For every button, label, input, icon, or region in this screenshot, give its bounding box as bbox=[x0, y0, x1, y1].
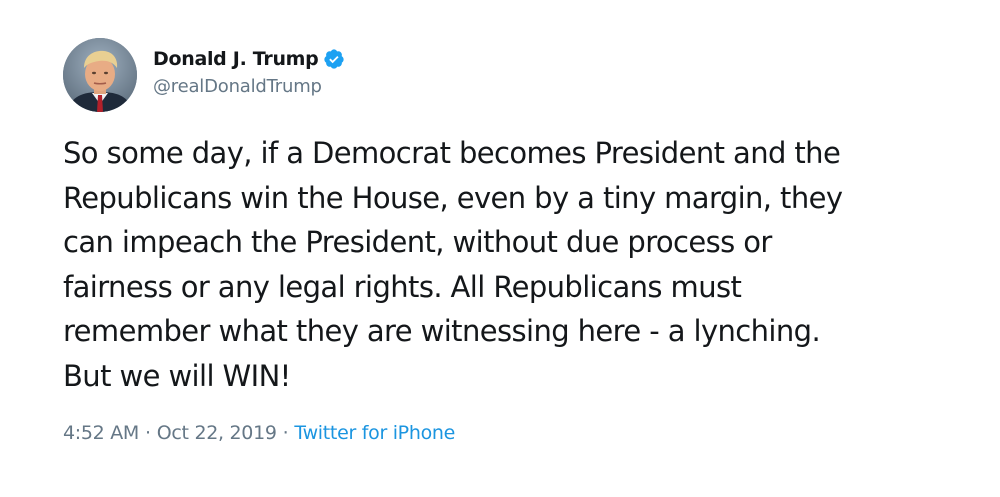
tweet-date[interactable]: Oct 22, 2019 bbox=[157, 422, 277, 444]
profile-photo bbox=[63, 38, 137, 112]
separator: · bbox=[145, 422, 151, 444]
separator: · bbox=[282, 422, 289, 444]
tweet-text: So some day, if a Democrat becomes Presi… bbox=[63, 136, 843, 393]
tweet-source-link[interactable]: Twitter for iPhone bbox=[294, 422, 455, 444]
tweet-metadata: 4:52 AM · Oct 22, 2019 · Twitter for iPh… bbox=[63, 422, 455, 444]
avatar[interactable] bbox=[63, 38, 137, 112]
tweet-time[interactable]: 4:52 AM bbox=[63, 422, 139, 444]
verified-badge-icon bbox=[323, 48, 345, 70]
author-name-row: Donald J. Trump bbox=[153, 45, 345, 73]
tweet-card: Donald J. Trump @realDonaldTrump So some… bbox=[0, 0, 1000, 497]
author-handle[interactable]: @realDonaldTrump bbox=[153, 76, 322, 97]
display-name[interactable]: Donald J. Trump bbox=[153, 48, 319, 70]
